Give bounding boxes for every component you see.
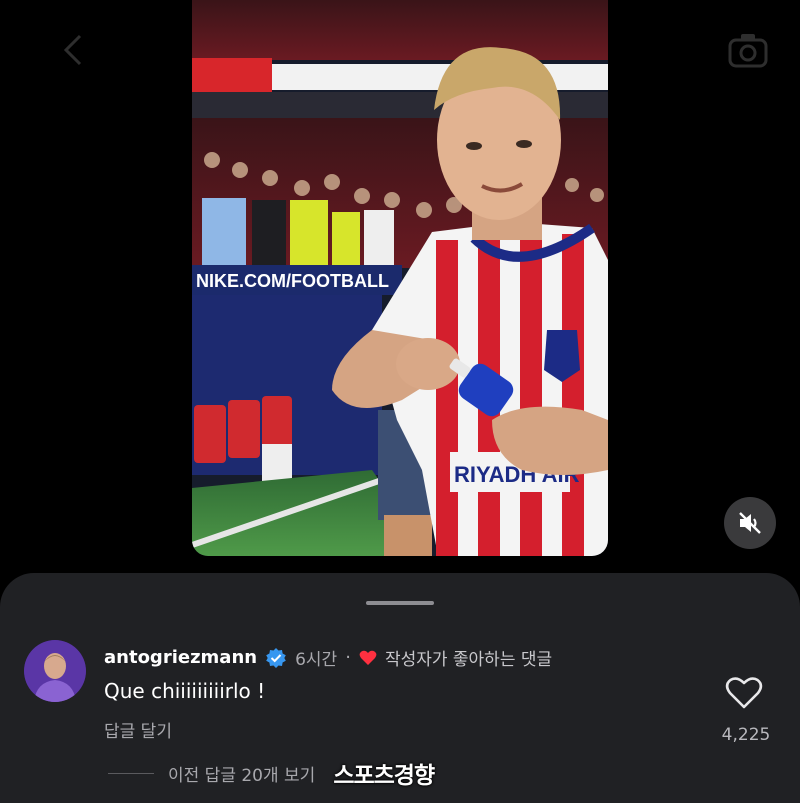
video-frame-image: NIKE.COM/FOOTBALL RIYADH AIR xyxy=(192,0,608,556)
comment-username[interactable]: antogriezmann xyxy=(104,647,257,668)
meta-separator: · xyxy=(345,647,351,668)
liked-by-author-label: 작성자가 좋아하는 댓글 xyxy=(384,650,553,670)
view-previous-replies[interactable]: 이전 답글 20개 보기 xyxy=(168,761,315,786)
speaker-muted-icon xyxy=(739,512,761,534)
camera-icon[interactable] xyxy=(726,28,770,72)
mute-button[interactable] xyxy=(724,497,776,549)
banner-text: NIKE.COM/FOOTBALL xyxy=(196,271,389,291)
heart-outline-icon[interactable] xyxy=(725,676,763,710)
heart-filled-icon xyxy=(359,650,377,665)
like-count: 4,225 xyxy=(721,725,771,745)
avatar-image xyxy=(24,640,86,702)
comment-body: Que chiiiiiiiiirlo ! xyxy=(104,679,266,703)
back-chevron-icon[interactable] xyxy=(52,28,96,72)
watermark-logo: 스포츠경향 xyxy=(333,763,435,789)
comments-sheet: antogriezmann 6시간 · 작성자가 좋아하는 댓글 Que chi… xyxy=(0,573,800,803)
avatar[interactable] xyxy=(24,640,86,702)
reel-video[interactable]: NIKE.COM/FOOTBALL RIYADH AIR xyxy=(192,0,608,556)
view-replies-row[interactable]: 이전 답글 20개 보기 스포츠경향 xyxy=(108,756,435,790)
verified-badge-icon xyxy=(266,647,286,668)
replies-divider-line xyxy=(108,772,154,774)
reply-button[interactable]: 답글 달기 xyxy=(104,717,172,742)
comment-time: 6시간 xyxy=(295,650,338,670)
comment-header: antogriezmann 6시간 · 작성자가 좋아하는 댓글 xyxy=(104,645,552,670)
sheet-drag-handle[interactable] xyxy=(366,601,434,605)
